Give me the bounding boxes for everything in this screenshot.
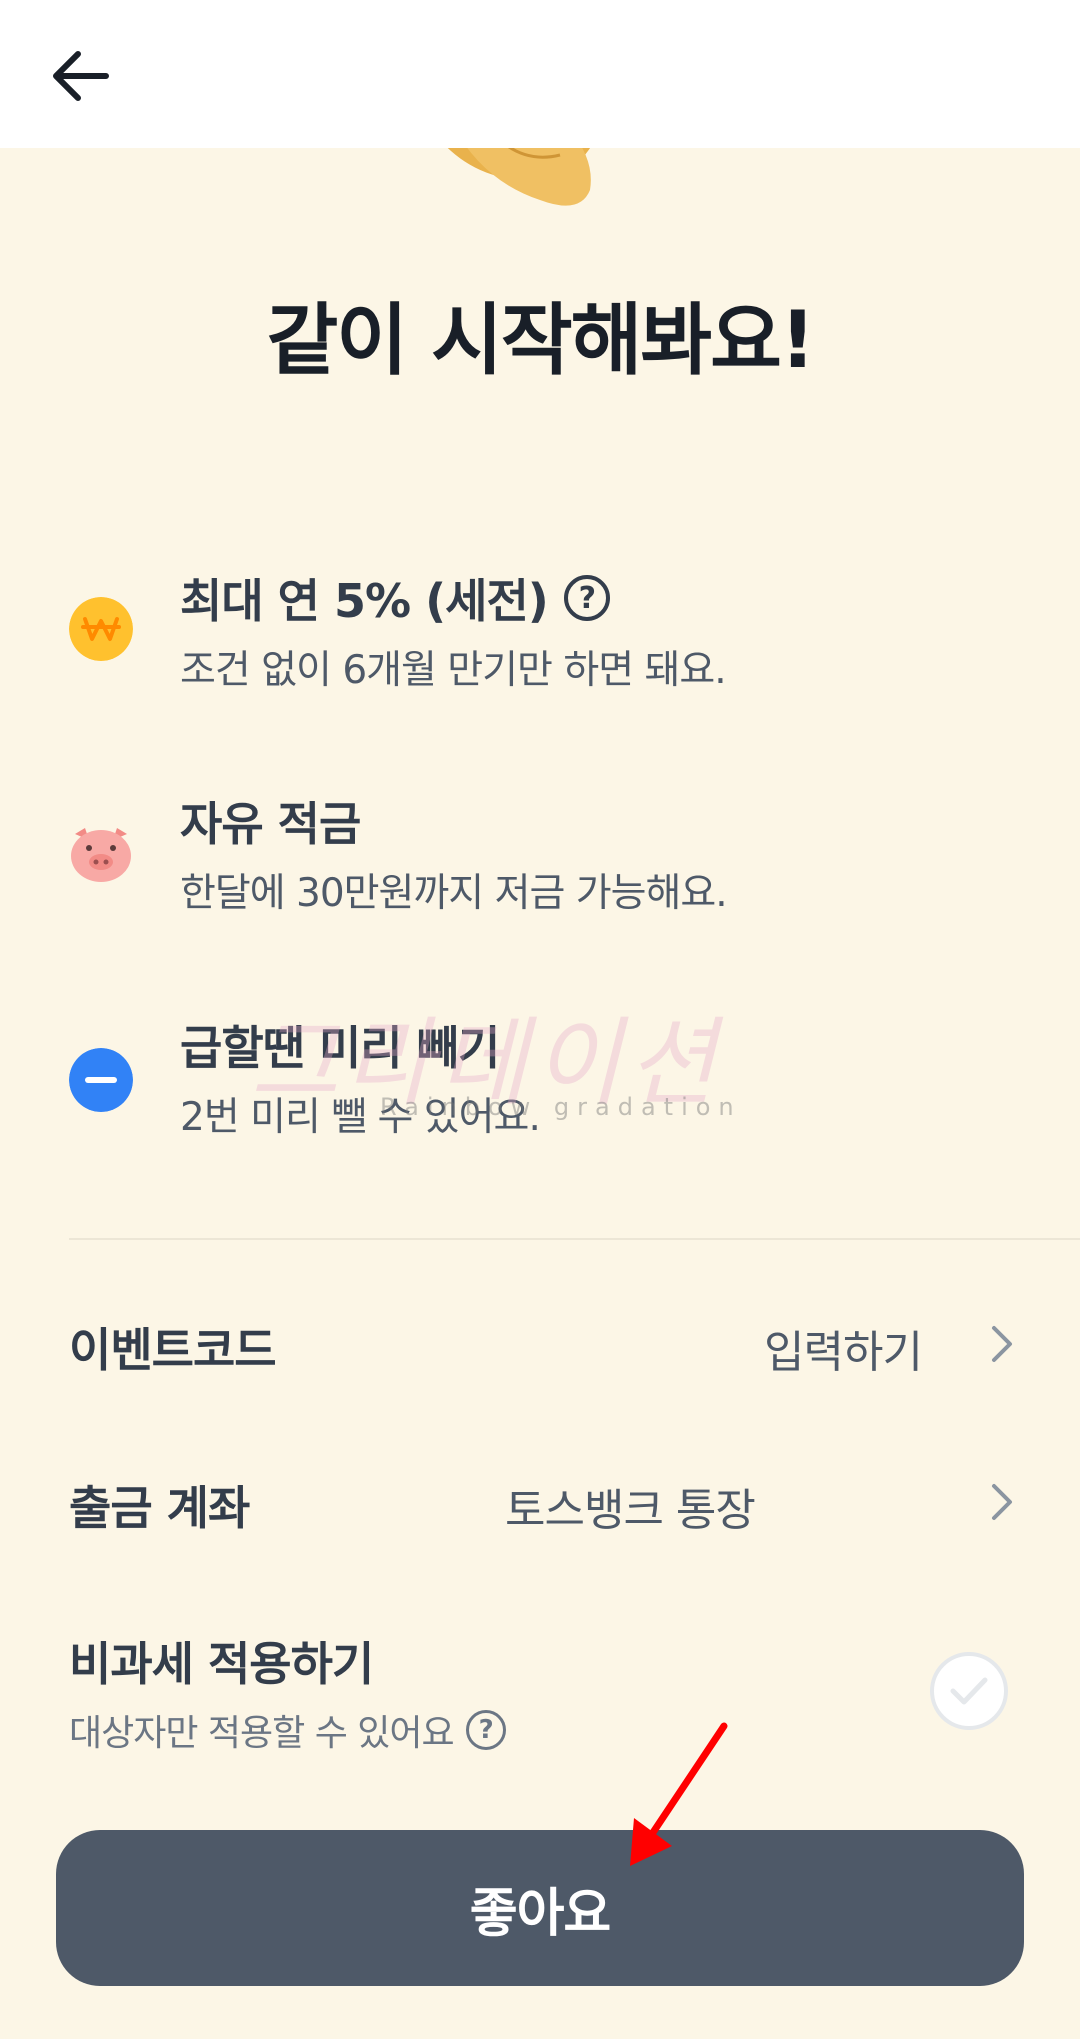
feature-free-savings: 자유 적금 한달에 30만원까지 저금 가능해요. [0, 788, 1080, 928]
won-coin-icon [69, 597, 133, 661]
event-code-row[interactable]: 이벤트코드 입력하기 [0, 1290, 1080, 1400]
arrow-left-icon [53, 51, 109, 101]
divider [69, 1238, 1080, 1240]
feature-interest-rate: 최대 연 5% (세전) ? 조건 없이 6개월 만기만 하면 돼요. [0, 565, 1080, 705]
chevron-right-icon [992, 1326, 1012, 1362]
feature-description: 한달에 30만원까지 저금 가능해요. [180, 871, 728, 916]
feature-title-text: 최대 연 5% (세전) [180, 574, 549, 628]
help-icon[interactable]: ? [465, 1710, 506, 1750]
minus-circle-icon [69, 1048, 133, 1112]
tax-free-checkbox[interactable] [930, 1652, 1008, 1730]
help-icon[interactable]: ? [563, 575, 610, 621]
back-button[interactable] [40, 36, 120, 116]
event-code-label: 이벤트코드 [69, 1323, 277, 1377]
feature-early-withdrawal: 급할땐 미리 빼기 2번 미리 뺄 수 있어요. [0, 1012, 1080, 1152]
feature-description: 조건 없이 6개월 만기만 하면 돼요. [180, 648, 727, 693]
feature-title: 자유 적금 [180, 788, 361, 854]
withdraw-account-value: 토스뱅크 통장 [505, 1485, 756, 1536]
feature-title-text: 급할땐 미리 빼기 [180, 1021, 500, 1075]
withdraw-account-row[interactable]: 출금 계좌 토스뱅크 통장 [0, 1448, 1080, 1558]
event-code-value: 입력하기 [764, 1327, 923, 1378]
piggy-bank-icon [71, 828, 131, 882]
chevron-right-icon [992, 1484, 1012, 1520]
feature-description: 2번 미리 뺄 수 있어요. [180, 1095, 541, 1140]
top-bar [0, 0, 1080, 148]
tax-free-title: 비과세 적용하기 [69, 1637, 374, 1691]
feature-title: 최대 연 5% (세전) ? [180, 565, 610, 631]
feature-title: 급할땐 미리 빼기 [180, 1012, 500, 1078]
tax-free-subtitle: 대상자만 적용할 수 있어요 ? [69, 1704, 506, 1756]
withdraw-account-label: 출금 계좌 [69, 1481, 250, 1535]
tax-free-subtitle-text: 대상자만 적용할 수 있어요 [69, 1713, 455, 1754]
confirm-button[interactable]: 좋아요 [56, 1830, 1024, 1986]
page-title: 같이 시작해봐요! [266, 296, 815, 386]
feature-title-text: 자유 적금 [180, 797, 361, 851]
check-icon [950, 1677, 988, 1705]
